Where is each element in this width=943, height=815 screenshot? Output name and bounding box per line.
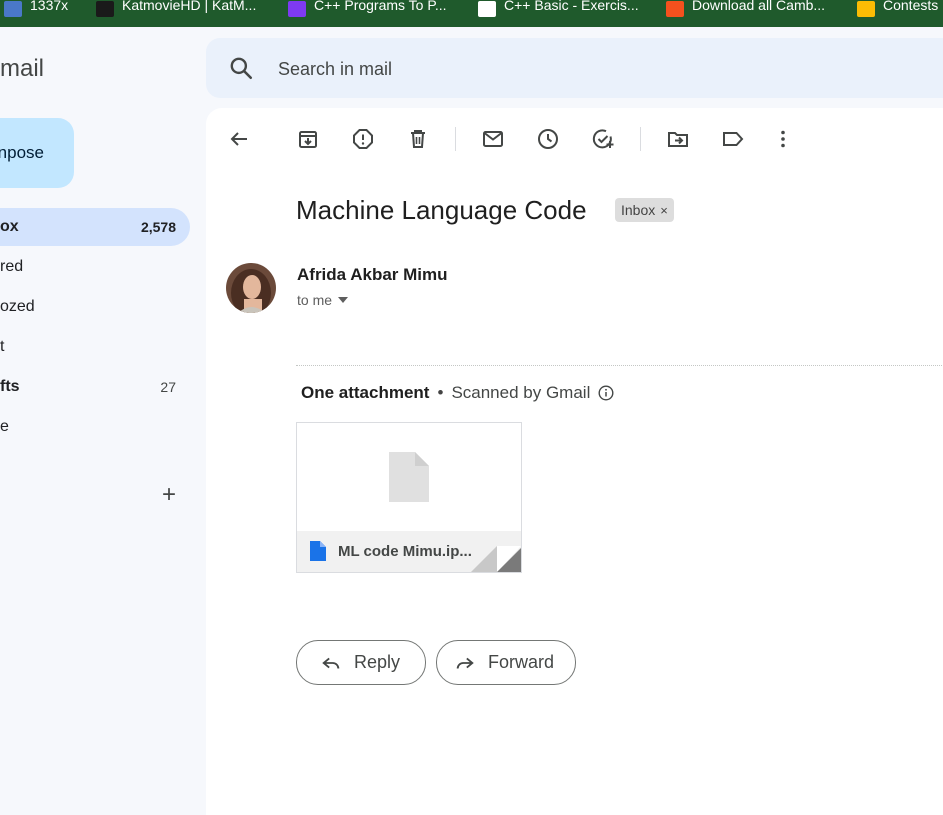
info-icon[interactable] bbox=[598, 385, 614, 401]
message-divider bbox=[296, 365, 943, 366]
sender-name: Afrida Akbar Mimu bbox=[297, 265, 448, 284]
sender-avatar[interactable] bbox=[226, 263, 276, 313]
move-to-folder-icon[interactable] bbox=[666, 127, 690, 151]
add-label-plus-icon[interactable]: + bbox=[158, 483, 180, 507]
gmail-logo[interactable]: mail bbox=[0, 55, 44, 83]
blogger-icon bbox=[666, 1, 684, 17]
drafts-count: 27 bbox=[160, 379, 176, 395]
delete-trash-icon[interactable] bbox=[406, 127, 430, 151]
reply-label: Reply bbox=[354, 652, 401, 672]
snooze-clock-icon[interactable] bbox=[536, 127, 560, 151]
attachment-filename: ML code Mimu.ip... bbox=[338, 543, 472, 560]
attachments-header: One attachment • Scanned by Gmail bbox=[301, 383, 614, 403]
recipient-text: to me bbox=[297, 292, 333, 308]
bookmarks-bar: 1337x KatmovieHD | KatM... C++ Programs … bbox=[0, 0, 943, 27]
compose-label: npose bbox=[0, 143, 44, 162]
email-subject: Machine Language Code bbox=[296, 195, 587, 225]
sidebar-item-snoozed[interactable]: ozed bbox=[0, 288, 190, 326]
remove-label-close-icon[interactable]: × bbox=[660, 203, 668, 218]
separator-bullet: • bbox=[437, 383, 444, 402]
attachments-title: One attachment bbox=[301, 383, 430, 402]
sidebar-item-drafts[interactable]: fts 27 bbox=[0, 368, 190, 406]
forward-arrow-icon bbox=[456, 657, 474, 669]
forward-label: Forward bbox=[488, 652, 555, 672]
chip-label: Inbox bbox=[621, 202, 656, 218]
search-icon[interactable] bbox=[228, 55, 254, 81]
add-task-icon[interactable] bbox=[591, 127, 615, 151]
forward-button[interactable]: Forward bbox=[436, 640, 576, 685]
attachment-card[interactable]: ML code Mimu.ip... bbox=[296, 422, 522, 573]
label-tag-icon[interactable] bbox=[721, 127, 745, 151]
c-logo-icon bbox=[288, 1, 306, 17]
bookmark-katmoviehd[interactable]: KatmovieHD | KatM... bbox=[96, 0, 256, 18]
file-thumbnail-icon bbox=[389, 452, 429, 502]
sidebar-item-more[interactable]: e bbox=[0, 408, 190, 446]
toolbar-divider bbox=[455, 127, 456, 151]
sidebar-item-label: red bbox=[0, 258, 24, 275]
bookmark-1337x[interactable]: 1337x bbox=[4, 0, 68, 18]
inbox-label-chip[interactable]: Inbox × bbox=[615, 198, 674, 222]
toolbar-divider bbox=[640, 127, 641, 151]
recipient-details-toggle[interactable]: to me bbox=[297, 292, 349, 308]
sidebar-item-sent[interactable]: t bbox=[0, 328, 190, 366]
k-logo-icon bbox=[96, 1, 114, 17]
report-spam-icon[interactable] bbox=[351, 127, 375, 151]
bookmark-download-cambridge[interactable]: Download all Camb... bbox=[666, 0, 825, 18]
search-bar bbox=[206, 38, 943, 98]
sidebar-item-label: e bbox=[0, 418, 9, 435]
archive-icon[interactable] bbox=[296, 127, 320, 151]
page-fold-corner-icon bbox=[471, 546, 521, 572]
w3r-icon bbox=[478, 1, 496, 17]
scan-note: Scanned by Gmail bbox=[451, 383, 591, 402]
sidebar-item-label: t bbox=[0, 338, 5, 355]
bookmark-cpp-programs[interactable]: C++ Programs To P... bbox=[288, 0, 447, 18]
unread-count: 2,578 bbox=[140, 219, 176, 235]
search-input[interactable] bbox=[276, 54, 680, 84]
mark-unread-mail-icon[interactable] bbox=[481, 127, 505, 151]
bookmark-cpp-basic[interactable]: C++ Basic - Exercis... bbox=[478, 0, 639, 18]
reply-button[interactable]: Reply bbox=[296, 640, 426, 685]
sidebar-item-label: fts bbox=[0, 378, 20, 395]
more-options-icon[interactable] bbox=[771, 127, 795, 151]
compose-button[interactable]: npose bbox=[0, 118, 74, 188]
sidebar-item-label: ox bbox=[0, 218, 19, 235]
bars-icon bbox=[857, 1, 875, 17]
caret-down-icon[interactable] bbox=[338, 297, 349, 303]
bookmark-contests[interactable]: Contests bbox=[857, 0, 938, 18]
reply-arrow-icon bbox=[322, 657, 340, 669]
back-arrow-icon[interactable] bbox=[227, 127, 251, 151]
sidebar-item-starred[interactable]: red bbox=[0, 248, 190, 286]
sidebar-item-label: ozed bbox=[0, 298, 35, 315]
sidebar-item-inbox[interactable]: ox 2,578 bbox=[0, 208, 190, 246]
tv-icon bbox=[4, 1, 22, 17]
document-file-icon bbox=[310, 541, 326, 561]
